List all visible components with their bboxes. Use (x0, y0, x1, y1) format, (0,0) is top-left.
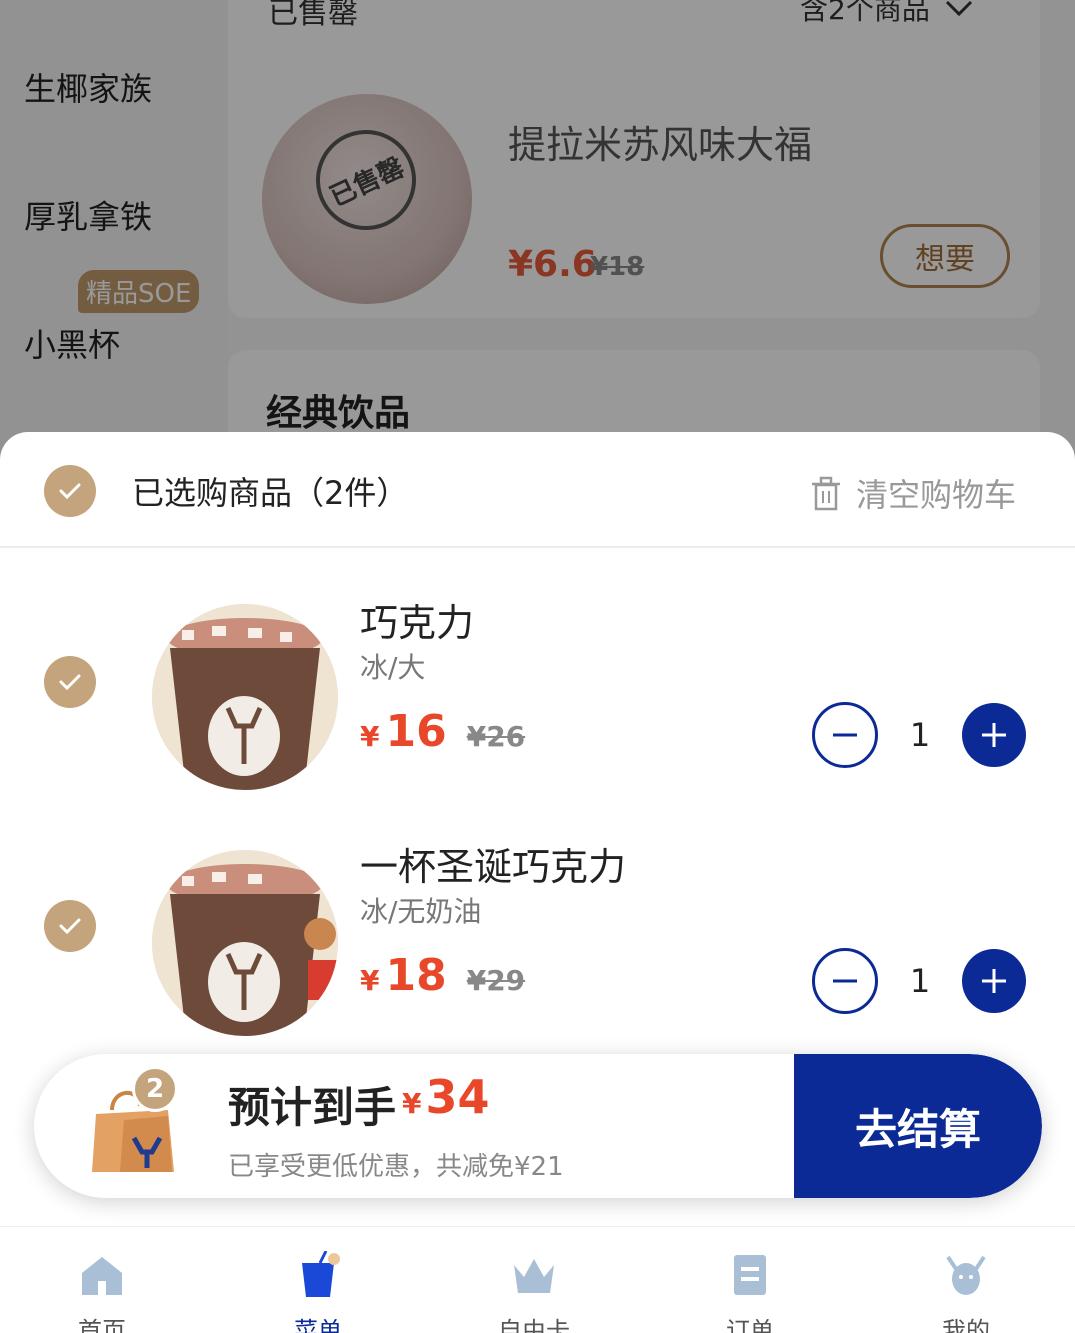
quantity-stepper: 1 (812, 948, 1026, 1014)
item-spec: 冰/大 (360, 651, 426, 684)
increase-button[interactable] (962, 949, 1026, 1013)
estimate-value: 34 (425, 1070, 490, 1124)
tab-free-card[interactable]: 自由卡 (474, 1227, 594, 1333)
plus-icon (982, 723, 1006, 747)
minus-icon (833, 733, 857, 737)
select-all-checkbox[interactable] (44, 465, 96, 517)
price-value: 18 (385, 950, 447, 1001)
cart-header: 已选购商品（2件） 清空购物车 (0, 432, 1075, 548)
crown-icon (514, 1259, 554, 1293)
quantity-value: 1 (909, 716, 931, 754)
estimate-amount: ¥ 34 (402, 1070, 490, 1124)
clear-cart-label: 清空购物车 (856, 476, 1017, 514)
quantity-value: 1 (909, 962, 931, 1000)
tab-label: 我的 (942, 1317, 990, 1333)
clear-cart-button[interactable]: 清空购物车 (810, 470, 1016, 516)
tab-label: 自由卡 (498, 1317, 570, 1333)
christmas-chocolate-cup-image (152, 850, 338, 1036)
estimate-label: 预计到手 (228, 1083, 397, 1132)
decrease-button[interactable] (812, 702, 878, 768)
home-icon (82, 1257, 122, 1295)
plus-icon (982, 969, 1006, 993)
estimate-currency: ¥ (402, 1087, 422, 1120)
order-icon (734, 1255, 766, 1295)
check-icon (59, 674, 81, 691)
cart-item: 一杯圣诞巧克力 冰/无奶油 ¥ 18 ¥29 1 (0, 828, 1075, 1068)
tab-menu[interactable]: 菜单 (258, 1227, 378, 1333)
checkout-bar: 2 预计到手 ¥ 34 已享受更低优惠，共减免¥21 去结算 (34, 1054, 1042, 1198)
tab-label: 首页 (78, 1317, 126, 1333)
product-image (152, 850, 338, 1036)
tab-mine[interactable]: 我的 (906, 1227, 1026, 1333)
chocolate-cup-image (152, 604, 338, 790)
price-value: 16 (385, 706, 447, 757)
deer-icon (946, 1255, 986, 1295)
quantity-stepper: 1 (812, 702, 1026, 768)
bottom-tab-bar: 首页 菜单 自由卡 订单 我的 (0, 1226, 1075, 1333)
product-image (152, 604, 338, 790)
cart-count-badge: 2 (132, 1066, 178, 1112)
original-price: ¥26 (466, 720, 526, 753)
item-spec: 冰/无奶油 (360, 895, 482, 928)
item-name: 一杯圣诞巧克力 (360, 845, 627, 889)
tab-orders[interactable]: 订单 (690, 1227, 810, 1333)
discount-note: 已享受更低优惠，共减免¥21 (228, 1152, 564, 1182)
check-icon (59, 918, 81, 935)
trash-icon (812, 476, 840, 511)
price-currency: ¥ (360, 720, 380, 753)
cart-title: 已选购商品（2件） (132, 474, 409, 512)
tab-label: 订单 (726, 1317, 774, 1333)
price-currency: ¥ (360, 964, 380, 997)
item-name: 巧克力 (360, 601, 475, 645)
item-price: ¥ 18 ¥29 (360, 950, 525, 1001)
checkout-button[interactable]: 去结算 (794, 1054, 1042, 1198)
decrease-button[interactable] (812, 948, 878, 1014)
check-icon (59, 483, 81, 500)
menu-cup-icon (302, 1251, 340, 1297)
cart-item: 巧克力 冰/大 ¥ 16 ¥26 1 (0, 582, 1075, 822)
minus-icon (833, 979, 857, 983)
item-checkbox[interactable] (44, 656, 96, 708)
increase-button[interactable] (962, 703, 1026, 767)
tab-label: 菜单 (294, 1317, 342, 1333)
original-price: ¥29 (466, 964, 526, 997)
item-checkbox[interactable] (44, 900, 96, 952)
tab-home[interactable]: 首页 (42, 1227, 162, 1333)
item-price: ¥ 16 ¥26 (360, 706, 525, 757)
